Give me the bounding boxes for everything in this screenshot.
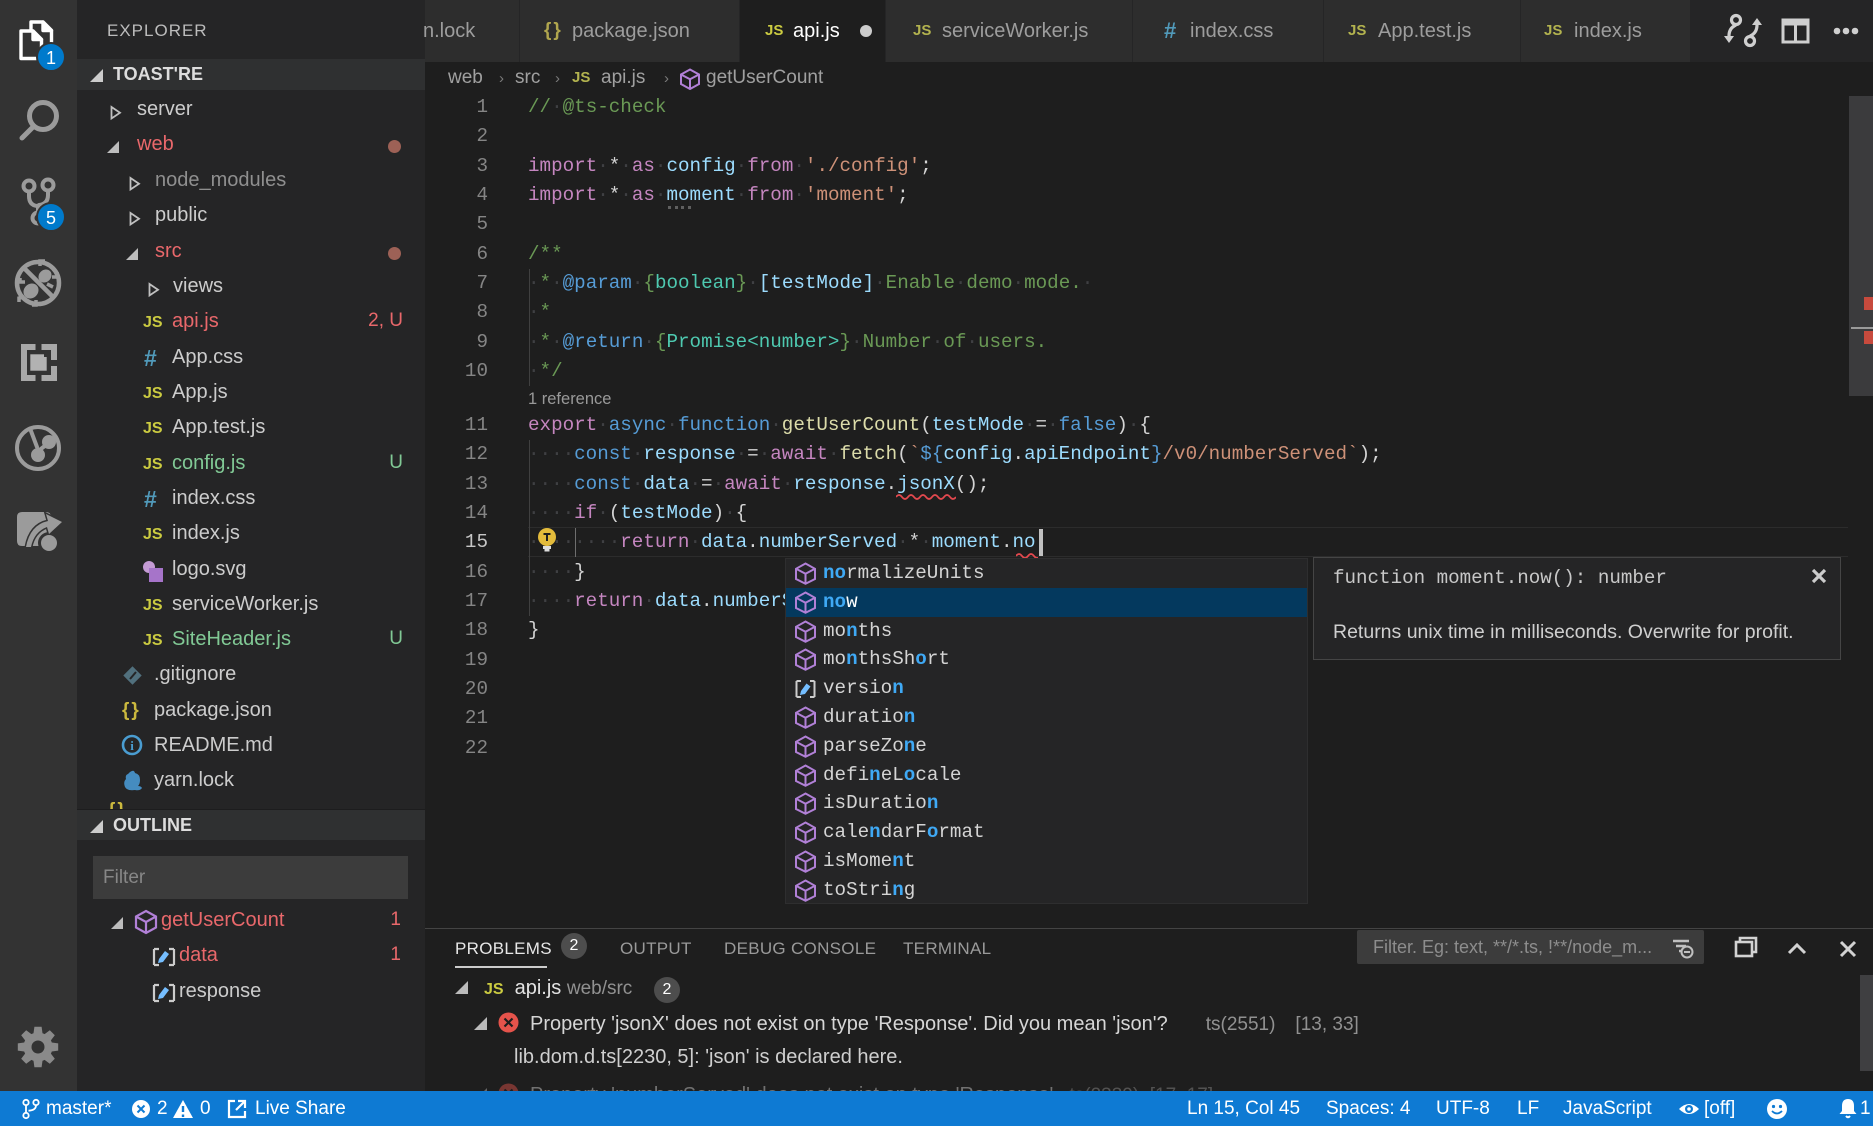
svg-text:5: 5 bbox=[46, 208, 56, 228]
svg-text:1: 1 bbox=[46, 48, 56, 68]
svg-text:i: i bbox=[130, 738, 134, 753]
